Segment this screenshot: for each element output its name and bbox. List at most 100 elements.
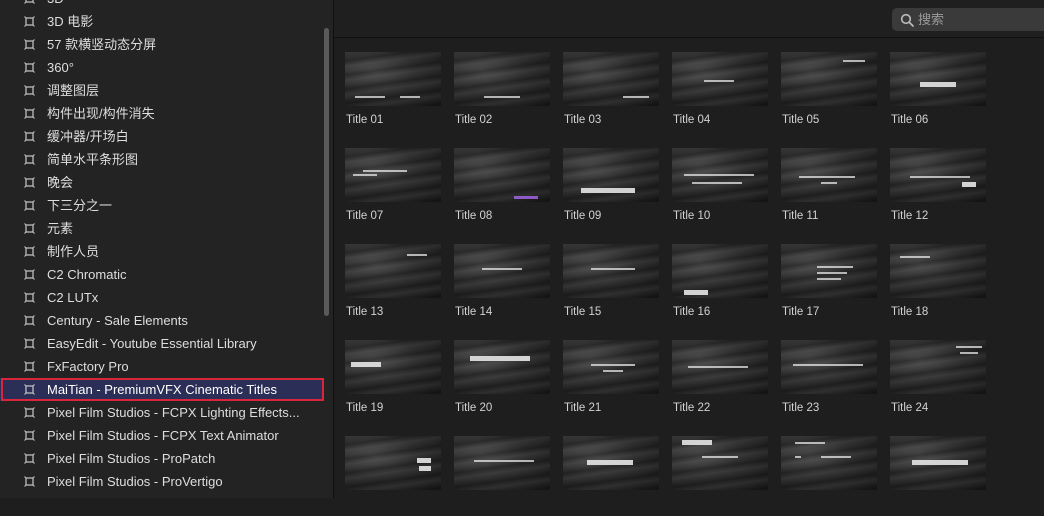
thumbnail-text-mark	[474, 460, 534, 462]
thumbnail-text-mark	[912, 460, 968, 465]
sidebar-category-item[interactable]: Pixel Film Studios - FCPX Lighting Effec…	[0, 401, 324, 424]
sidebar-category-item[interactable]: 57 款横竖动态分屏	[0, 33, 324, 56]
sidebar-category-item[interactable]: 晚会	[0, 171, 324, 194]
search-field[interactable]	[892, 8, 1044, 31]
film-frame-icon	[24, 0, 35, 4]
sidebar-category-label: 3D 电影	[47, 14, 94, 29]
title-thumbnail	[563, 340, 659, 394]
title-tile[interactable]: Title 13	[345, 244, 443, 324]
sidebar-category-label: 构件出现/构件消失	[47, 106, 155, 121]
thumbnail-text-mark	[821, 456, 851, 458]
thumbnail-text-mark	[920, 82, 956, 87]
title-tile[interactable]: Title 04	[672, 52, 770, 132]
title-tile-label: Title 17	[782, 306, 820, 318]
title-tile-label: Title 05	[782, 114, 820, 126]
thumbnail-text-mark	[692, 182, 742, 184]
sidebar-category-item[interactable]: FxFactory Pro	[0, 355, 324, 378]
sidebar-category-item[interactable]: 3D	[0, 0, 324, 10]
sidebar-category-label: 元素	[47, 221, 74, 236]
thumbnail-text-mark	[817, 272, 847, 274]
sidebar-category-item[interactable]: Century - Sale Elements	[0, 309, 324, 332]
title-tile[interactable]: Title 09	[563, 148, 661, 228]
film-frame-icon	[24, 246, 35, 257]
sidebar-category-item[interactable]: 3D 电影	[0, 10, 324, 33]
title-tile[interactable]: Title 14	[454, 244, 552, 324]
thumbnail-text-mark	[795, 456, 801, 458]
thumbnail-text-mark	[419, 466, 431, 471]
title-thumbnail	[781, 244, 877, 298]
title-thumbnail	[345, 244, 441, 298]
title-tile[interactable]	[345, 436, 443, 516]
film-frame-icon	[24, 361, 35, 372]
sidebar-category-item[interactable]: EasyEdit - Youtube Essential Library	[0, 332, 324, 355]
title-tile[interactable]: Title 12	[890, 148, 988, 228]
film-frame-icon	[24, 453, 35, 464]
title-tile[interactable]: Title 22	[672, 340, 770, 420]
title-tile[interactable]: Title 02	[454, 52, 552, 132]
title-tile[interactable]: Title 21	[563, 340, 661, 420]
sidebar-scrollbar[interactable]	[324, 28, 329, 316]
title-tile[interactable]: Title 05	[781, 52, 879, 132]
title-tile[interactable]: Title 03	[563, 52, 661, 132]
title-tile[interactable]: Title 24	[890, 340, 988, 420]
thumbnail-text-mark	[910, 176, 970, 178]
sidebar-category-item[interactable]: 简单水平条形图	[0, 148, 324, 171]
film-frame-icon	[24, 292, 35, 303]
title-tile-label: Title 04	[673, 114, 711, 126]
search-input[interactable]	[918, 10, 1038, 29]
thumbnail-text-mark	[591, 364, 635, 366]
title-tile[interactable]: Title 11	[781, 148, 879, 228]
thumbnail-text-mark	[799, 176, 855, 178]
title-thumbnail	[563, 52, 659, 106]
title-thumbnail	[563, 244, 659, 298]
title-tile[interactable]: Title 23	[781, 340, 879, 420]
title-tile[interactable]: Title 06	[890, 52, 988, 132]
title-tile-label: Title 18	[891, 306, 929, 318]
title-thumbnail	[563, 436, 659, 490]
title-tile[interactable]: Title 07	[345, 148, 443, 228]
title-tile[interactable]	[672, 436, 770, 516]
title-thumbnail	[781, 148, 877, 202]
title-thumbnail	[563, 148, 659, 202]
sidebar-category-item[interactable]: Pixel Film Studios - ProPatch	[0, 447, 324, 470]
sidebar-category-item[interactable]: 元素	[0, 217, 324, 240]
title-tile[interactable]	[454, 436, 552, 516]
title-tile[interactable]: Title 17	[781, 244, 879, 324]
title-tile[interactable]: Title 15	[563, 244, 661, 324]
title-tile[interactable]: Title 18	[890, 244, 988, 324]
sidebar-category-item[interactable]: 制作人员	[0, 240, 324, 263]
thumbnail-text-mark	[684, 290, 708, 295]
title-tile[interactable]	[563, 436, 661, 516]
thumbnail-text-mark	[407, 254, 427, 256]
thumbnail-text-mark	[704, 80, 734, 82]
title-tile[interactable]: Title 19	[345, 340, 443, 420]
film-frame-icon	[24, 108, 35, 119]
title-tile[interactable]: Title 08	[454, 148, 552, 228]
title-thumbnail	[672, 52, 768, 106]
sidebar-category-item[interactable]: 下三分之一	[0, 194, 324, 217]
sidebar-category-item[interactable]: 调整图层	[0, 79, 324, 102]
title-tile[interactable]: Title 16	[672, 244, 770, 324]
sidebar-category-item[interactable]: C2 LUTx	[0, 286, 324, 309]
title-tile[interactable]	[781, 436, 879, 516]
title-tile[interactable]	[890, 436, 988, 516]
title-tile-label: Title 15	[564, 306, 602, 318]
sidebar-category-label: 晚会	[47, 175, 74, 190]
title-tile[interactable]: Title 01	[345, 52, 443, 132]
sidebar-category-item[interactable]: MaiTian - PremiumVFX Cinematic Titles	[0, 378, 324, 401]
sidebar-category-item[interactable]: 构件出现/构件消失	[0, 102, 324, 125]
sidebar-category-item[interactable]: Pixel Film Studios - ProVertigo	[0, 470, 324, 493]
title-tile[interactable]: Title 20	[454, 340, 552, 420]
title-thumbnail	[890, 244, 986, 298]
pane-divider[interactable]	[333, 0, 334, 498]
thumbnail-text-mark	[623, 96, 649, 98]
sidebar-category-item[interactable]: C2 Chromatic	[0, 263, 324, 286]
title-tile-label: Title 22	[673, 402, 711, 414]
thumbnail-text-mark	[484, 96, 520, 98]
sidebar-category-label: 调整图层	[47, 83, 100, 98]
title-thumbnail	[454, 244, 550, 298]
sidebar-category-item[interactable]: Pixel Film Studios - FCPX Text Animator	[0, 424, 324, 447]
sidebar-category-item[interactable]: 360°	[0, 56, 324, 79]
title-tile[interactable]: Title 10	[672, 148, 770, 228]
sidebar-category-item[interactable]: 缓冲器/开场白	[0, 125, 324, 148]
